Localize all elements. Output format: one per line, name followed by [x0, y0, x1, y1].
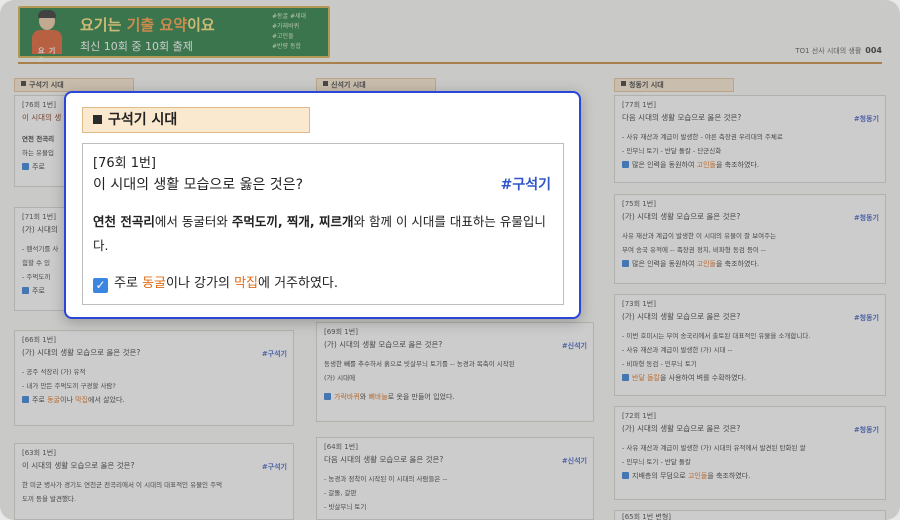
section-head-neolithic: 신석기 시대 [316, 78, 436, 92]
check-icon: ✓ [93, 278, 108, 293]
card-73-1: [73회 1번] (가) 시대의 생활 모습으로 옳은 것은? #청동기 - 이… [614, 294, 886, 396]
mascot-avatar: 요 기 요 [30, 10, 64, 65]
zoom-popup: 구석기 시대 [76회 1번] 이 시대의 생활 모습으로 옳은 것은? #구석… [64, 91, 581, 319]
card-66-1: [66회 1번] (가) 시대의 생활 모습으로 옳은 것은? #구석기 - 공… [14, 330, 294, 426]
card-72-1: [72회 1번] (가) 시대의 생활 모습으로 옳은 것은? #청동기 - 사… [614, 406, 886, 500]
banner-subtitle: 최신 10회 중 10회 출제 [80, 40, 193, 53]
popup-answer: ✓ 주로 동굴이나 강가의 막집에 거주하였다. [93, 272, 338, 293]
banner-keyword-tags: #동굴 #세대 #가래바퀴 #고인돌 #반량 동합 [272, 13, 307, 50]
popup-description: 연천 전곡리에서 동굴터와 주먹도끼, 찍개, 찌르개와 함께 이 시대를 대표… [93, 214, 546, 253]
card-75-1: [75회 1번] (가) 시대의 생활 모습으로 옳은 것은? #청동기 사유 … [614, 194, 886, 284]
popup-hashtag: #구석기 [500, 177, 551, 193]
column-neolithic: 신석기 시대 [316, 72, 596, 92]
popup-question-card: [76회 1번] 이 시대의 생활 모습으로 옳은 것은? #구석기 연천 전곡… [82, 143, 564, 305]
summary-banner: 요 기 요 요기는 기출 요약이요 최신 10회 중 10회 출제 #동굴 #세… [18, 6, 330, 65]
popup-question-number: [76회 1번] [93, 156, 157, 171]
header-rule [18, 62, 882, 64]
section-head-bronze: 청동기 시대 [614, 78, 734, 92]
card-65-1: [65회 1번 변형] [614, 510, 886, 520]
screenshot-frame: 요 기 요 요기는 기출 요약이요 최신 10회 중 10회 출제 #동굴 #세… [0, 0, 900, 520]
card-69-1: [69회 1번] (가) 시대의 생활 모습으로 옳은 것은? #신석기 동생한… [316, 322, 594, 422]
card-63-1: [63회 1번] 이 시대의 생활 모습으로 옳은 것은? #구석기 한 미군 … [14, 443, 294, 520]
column-paleolithic: 구석기 시대 [14, 72, 294, 92]
page-number: 004 [865, 46, 882, 55]
card-64-1: [64회 1번] 다음 시대의 생활 모습으로 옳은 것은? #신석기 - 농경… [316, 437, 594, 520]
banner-title: 요기는 기출 요약이요 [80, 16, 215, 34]
column-bronze: 청동기 시대 [614, 72, 886, 92]
card-77-1: [77회 1번] 다음 시대의 생활 모습으로 옳은 것은? #청동기 - 사유… [614, 95, 886, 183]
page-meta: TO1 선사 시대의 생활 004 [795, 46, 882, 55]
popup-question: 이 시대의 생활 모습으로 옳은 것은? [93, 177, 304, 193]
popup-section-head: 구석기 시대 [82, 107, 310, 133]
section-head-paleolithic: 구석기 시대 [14, 78, 134, 92]
